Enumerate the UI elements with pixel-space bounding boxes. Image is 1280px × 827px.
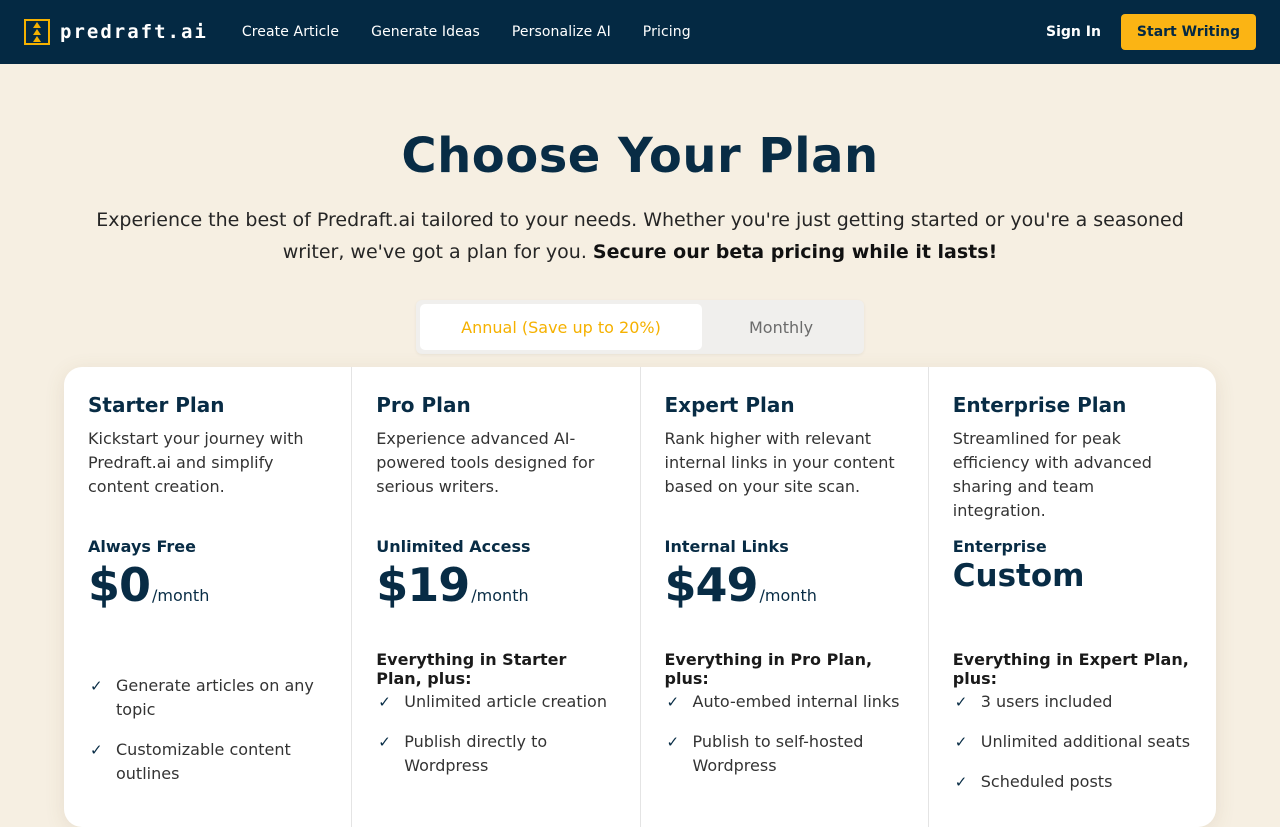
feature-item: ✓ Publish to self-hosted Wordpress <box>665 730 904 778</box>
plan-includes: Everything in Starter Plan, plus: <box>376 650 567 688</box>
plan-tier: Always Free <box>88 537 196 556</box>
plan-tier: Internal Links <box>664 537 789 556</box>
subtitle-highlight: Secure our beta pricing while it lasts! <box>592 241 998 263</box>
plan-name: Starter Plan <box>88 393 225 417</box>
feature-list: ✓ Auto-embed internal links ✓ Publish to s… <box>665 690 904 778</box>
feature-item: ✓ Customizable content outlines <box>88 738 327 786</box>
feature-text: Customizable content outlines <box>116 740 291 783</box>
plan-card-enterprise: Enterprise Plan Streamlined for peak eff… <box>929 367 1216 827</box>
check-icon: ✓ <box>954 733 968 751</box>
feature-item: ✓ Unlimited article creation <box>376 690 615 714</box>
feature-list: ✓ Unlimited article creation ✓ Publish dir… <box>376 690 615 778</box>
plan-name: Expert Plan <box>664 393 795 417</box>
check-icon: ✓ <box>666 733 680 751</box>
billing-toggle: Annual (Save up to 20%) Monthly <box>416 300 864 354</box>
page-title: Choose Your Plan <box>401 128 879 184</box>
price-row: $0 /month <box>88 558 327 614</box>
nav-link-generate-ideas[interactable]: Generate Ideas <box>371 24 480 40</box>
plan-card-pro: Pro Plan Experience advanced AI-powered … <box>352 367 641 827</box>
check-icon: ✓ <box>666 693 680 711</box>
feature-text: Publish to self-hosted Wordpress <box>692 732 864 775</box>
check-icon: ✓ <box>378 693 391 711</box>
plan-description: Streamlined for peak efficiency with adv… <box>952 429 1152 520</box>
check-icon: ✓ <box>90 677 103 695</box>
pricing-plans: Starter Plan Kickstart your journey with… <box>64 367 1216 827</box>
feature-item: ✓ 3 users included <box>953 690 1192 714</box>
plan-includes: Everything in Pro Plan, plus: <box>664 650 873 688</box>
plan-price: $19 <box>376 558 470 612</box>
check-icon: ✓ <box>90 741 103 759</box>
plan-includes: Everything in Expert Plan, plus: <box>952 650 1189 688</box>
plan-description: Experience advanced AI-powered tools des… <box>376 429 595 496</box>
feature-text: 3 users included <box>980 692 1113 711</box>
price-period: /month <box>759 586 817 605</box>
feature-item: ✓ Scheduled posts <box>953 770 1192 794</box>
plan-price: Custom <box>952 558 1085 594</box>
plan-name: Pro Plan <box>376 393 471 417</box>
feature-text: Unlimited additional seats <box>980 732 1191 751</box>
plan-card-starter: Starter Plan Kickstart your journey with… <box>64 367 353 827</box>
plan-description: Kickstart your journey with Predraft.ai … <box>88 429 304 496</box>
check-icon: ✓ <box>378 733 391 751</box>
plan-price: $49 <box>664 558 759 612</box>
plan-card-expert: Expert Plan Rank higher with relevant in… <box>641 367 929 827</box>
feature-item: ✓ Auto-embed internal links <box>665 690 904 714</box>
price-period: /month <box>471 586 529 605</box>
monthly-billing-option[interactable]: Monthly <box>702 304 860 350</box>
check-icon: ✓ <box>954 693 968 711</box>
plan-name: Enterprise Plan <box>952 393 1127 417</box>
price-period: /month <box>152 586 210 605</box>
feature-text: Auto-embed internal links <box>692 692 900 711</box>
plan-price: $0 <box>88 558 151 612</box>
feature-list: ✓ Generate articles on any topic ✓ Customi… <box>88 674 327 786</box>
top-nav: predraft.ai Create Article Generate Idea… <box>0 0 1280 64</box>
feature-text: Publish directly to Wordpress <box>404 732 548 775</box>
price-row: $49 /month <box>665 558 904 614</box>
feature-item: ✓ Publish directly to Wordpress <box>376 730 615 778</box>
sign-in-link[interactable]: Sign In <box>1046 24 1101 40</box>
feature-item: ✓ Generate articles on any topic <box>88 674 327 722</box>
hero-section: Choose Your Plan Experience the best of … <box>0 64 1280 354</box>
plan-tier: Enterprise <box>952 537 1047 556</box>
feature-list: ✓ 3 users included ✓ Unlimited additional … <box>953 690 1192 794</box>
plan-tier: Unlimited Access <box>376 537 531 556</box>
feature-text: Generate articles on any topic <box>116 676 314 719</box>
logo-link[interactable]: predraft.ai <box>24 19 208 45</box>
nav-link-personalize-ai[interactable]: Personalize AI <box>512 24 611 40</box>
feature-item: ✓ Unlimited additional seats <box>953 730 1192 754</box>
page-subtitle: Experience the best of Predraft.ai tailo… <box>70 204 1210 268</box>
annual-billing-option[interactable]: Annual (Save up to 20%) <box>420 304 702 350</box>
logo-text: predraft.ai <box>60 21 208 43</box>
nav-link-pricing[interactable]: Pricing <box>643 24 691 40</box>
plan-description: Rank higher with relevant internal links… <box>664 429 895 496</box>
feature-text: Unlimited article creation <box>404 692 607 711</box>
nav-actions: Sign In Start Writing <box>1046 14 1256 50</box>
start-writing-button[interactable]: Start Writing <box>1120 14 1256 50</box>
feature-text: Scheduled posts <box>980 772 1113 791</box>
nav-link-create-article[interactable]: Create Article <box>242 24 339 40</box>
price-row: $19 /month <box>376 558 615 614</box>
logo-icon <box>24 19 50 45</box>
nav-links: Create Article Generate Ideas Personaliz… <box>242 24 723 40</box>
price-row: Custom <box>953 558 1192 614</box>
check-icon: ✓ <box>954 773 968 791</box>
